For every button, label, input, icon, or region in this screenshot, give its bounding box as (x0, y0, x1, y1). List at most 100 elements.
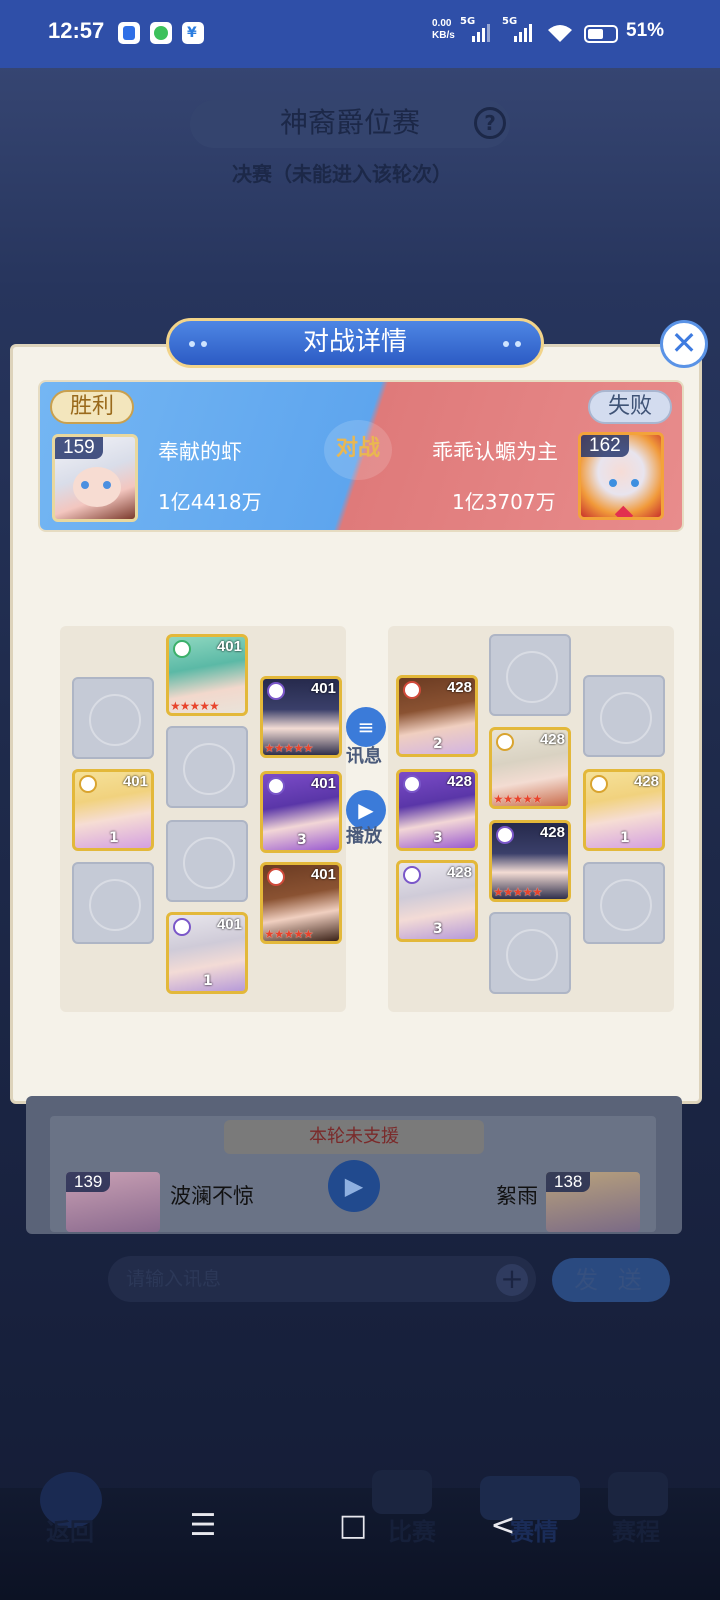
faction-icon (496, 826, 514, 844)
battery-icon (584, 25, 618, 43)
empty-slot (489, 912, 571, 994)
hero-stars: ★★★★★ (264, 927, 314, 941)
hero-level: 428 (446, 864, 472, 881)
hero-card[interactable]: 428 1 (583, 769, 665, 851)
match-icon (372, 1470, 432, 1514)
hero-level: 401 (310, 680, 336, 697)
hero-level: 428 (539, 731, 565, 748)
hero-card[interactable]: 428 ★★★★★ (489, 727, 571, 809)
hero-card[interactable]: 401 ★★★★★ (260, 676, 342, 758)
hero-card[interactable]: 428 2 (396, 675, 478, 757)
back-icon[interactable]: < (478, 1508, 528, 1543)
nav-schedule[interactable]: 赛程 (612, 1512, 660, 1547)
hero-card[interactable]: 428 ★★★★★ (489, 820, 571, 902)
battery-percent: 51% (626, 20, 665, 41)
status-bar: 12:57 ¥ 0.00 KB/s 5G 5G 51% (0, 0, 720, 68)
signal-icon (472, 22, 490, 42)
network-speed: 0.00 KB/s (432, 18, 455, 41)
send-button[interactable]: 发 送 (552, 1258, 670, 1302)
hero-card[interactable]: 401 ★★★★★ (166, 634, 248, 716)
close-button[interactable]: ✕ (660, 320, 708, 368)
faction-icon (79, 775, 97, 793)
hero-level: 401 (310, 775, 336, 792)
hero-level: 428 (446, 773, 472, 790)
empty-slot (583, 862, 665, 944)
support-name-left: 波澜不惊 (170, 1184, 254, 1208)
empty-slot (166, 820, 248, 902)
faction-icon (590, 775, 608, 793)
empty-slot (166, 726, 248, 808)
faction-icon (403, 681, 421, 699)
faction-icon (173, 640, 191, 658)
calendar-icon (608, 1472, 668, 1516)
hero-level: 428 (539, 824, 565, 841)
win-badge: 胜利 (50, 390, 134, 424)
faction-icon (267, 777, 285, 795)
faction-icon (496, 733, 514, 751)
hero-level: 401 (216, 638, 242, 655)
hero-card[interactable]: 401 1 (72, 769, 154, 851)
menu-icon[interactable]: ☰ (178, 1508, 228, 1543)
hero-stars: ★★★★★ (264, 741, 314, 755)
player-power-left: 1亿4418万 (158, 490, 262, 514)
heart-icon (614, 505, 634, 517)
empty-slot (583, 675, 665, 757)
support-avatar-left[interactable]: 139 (66, 1172, 160, 1232)
versus-label: 对战 (324, 420, 392, 480)
help-icon[interactable]: ? (474, 107, 506, 139)
hero-card[interactable]: 428 3 (396, 769, 478, 851)
empty-slot (72, 677, 154, 759)
hero-level: 428 (446, 679, 472, 696)
clock: 12:57 (48, 18, 105, 43)
support-name-right: 絮雨 (496, 1184, 538, 1208)
hero-level: 428 (633, 773, 659, 790)
hero-rank: 1 (109, 830, 119, 846)
player-power-right: 1亿3707万 (452, 490, 556, 514)
player-level: 162 (581, 435, 629, 457)
player-name-right: 乖乖认螈为主 (432, 440, 558, 464)
lose-badge: 失败 (588, 390, 672, 424)
hero-card[interactable]: 401 3 (260, 771, 342, 853)
no-support-banner: 本轮未支援 (224, 1120, 484, 1154)
play-video-icon[interactable]: ▶ (328, 1160, 380, 1212)
hero-stars: ★★★★★ (493, 792, 543, 806)
player-name-left: 奉献的虾 (158, 440, 242, 464)
add-icon[interactable]: + (496, 1264, 528, 1296)
nav-back[interactable]: 返回 (46, 1512, 94, 1547)
message-icon[interactable]: ≡ (346, 707, 386, 747)
page-title: 神裔爵位赛 (190, 100, 510, 148)
wifi-icon (546, 22, 574, 48)
nav-match[interactable]: 比赛 (388, 1512, 436, 1547)
faction-icon (267, 868, 285, 886)
player-avatar-right[interactable]: 162 (578, 432, 664, 520)
support-avatar-right[interactable]: 138 (546, 1172, 640, 1232)
player-level: 159 (55, 437, 103, 459)
hero-level: 401 (310, 866, 336, 883)
message-input[interactable] (126, 1262, 486, 1296)
hero-rank: 1 (620, 830, 630, 846)
play-label[interactable]: 播放 (346, 822, 382, 848)
payment-notification-icon: ¥ (182, 22, 204, 44)
hero-card[interactable]: 401 ★★★★★ (260, 862, 342, 944)
player-avatar-left[interactable]: 159 (52, 434, 138, 522)
hero-rank: 1 (203, 973, 213, 989)
empty-slot (489, 634, 571, 716)
round-subtitle: 决赛（未能进入该轮次） (232, 162, 452, 186)
empty-slot (72, 862, 154, 944)
message-label[interactable]: 讯息 (346, 742, 382, 768)
faction-icon (403, 775, 421, 793)
hero-rank: 3 (433, 830, 443, 846)
signal-icon (514, 22, 532, 42)
hero-card[interactable]: 428 3 (396, 860, 478, 942)
faction-icon (403, 866, 421, 884)
hero-stars: ★★★★★ (170, 699, 220, 713)
faction-icon (173, 918, 191, 936)
dialog-title: 对战详情 (166, 318, 544, 368)
faction-icon (267, 682, 285, 700)
hero-rank: 3 (297, 832, 307, 848)
home-icon[interactable]: □ (328, 1508, 378, 1543)
wechat-notification-icon (150, 22, 172, 44)
hero-card[interactable]: 401 1 (166, 912, 248, 994)
hero-rank: 3 (433, 921, 443, 937)
hero-level: 401 (216, 916, 242, 933)
